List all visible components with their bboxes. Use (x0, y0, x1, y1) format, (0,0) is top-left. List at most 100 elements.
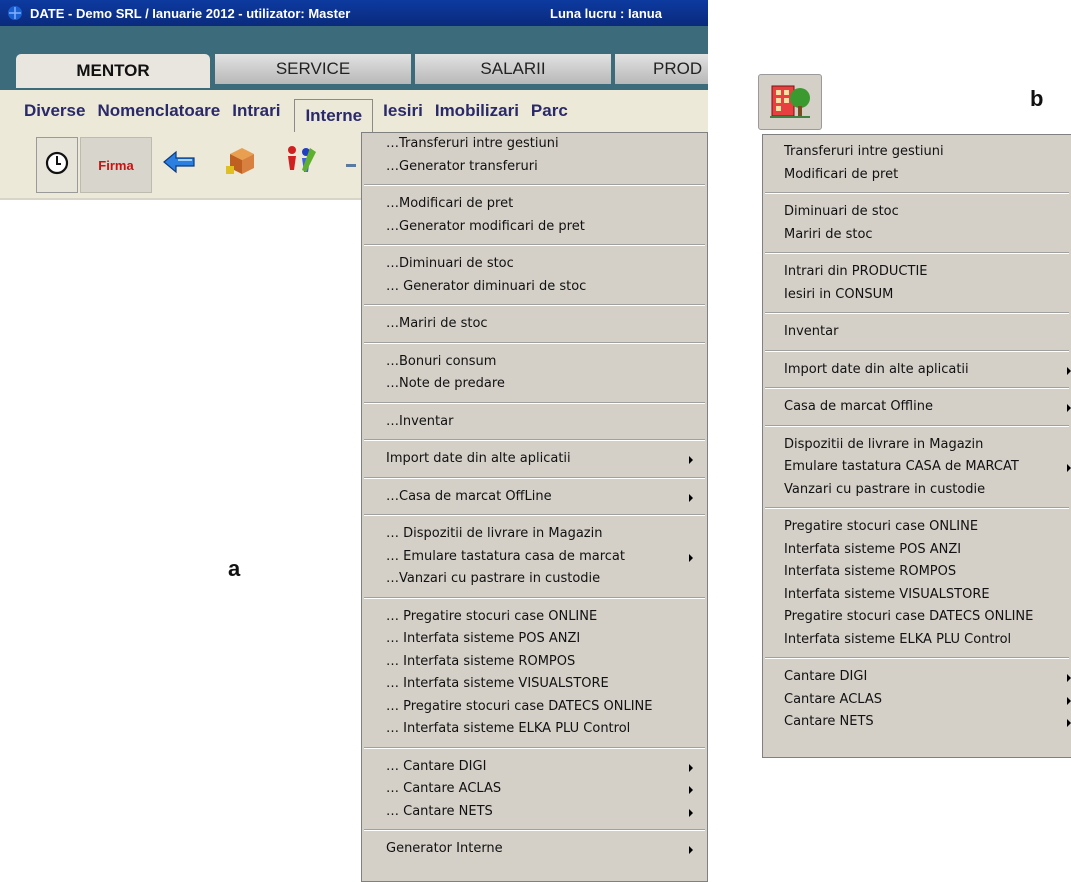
transfer-button[interactable] (160, 137, 200, 191)
interne-menu-item[interactable]: … Generator diminuari de stoc (362, 276, 707, 299)
interne-toolbar-button[interactable] (758, 74, 822, 130)
interne-menu-item[interactable]: …Bonuri consum (362, 351, 707, 374)
menu-separator (364, 596, 705, 599)
menu-item-label: Diminuari de stoc (784, 204, 899, 219)
interne-menu-item[interactable]: …Diminuari de stoc (362, 253, 707, 276)
interne-menu-item[interactable]: … Cantare NETS (362, 801, 707, 824)
interne-b-menu-item[interactable]: Mariri de stoc (763, 224, 1071, 247)
menu-item-label: Import date din alte aplicatii (386, 451, 571, 466)
menu-item-label: …Generator transferuri (386, 158, 538, 174)
menu-separator (364, 341, 705, 344)
menu-item-label: Mariri de stoc (784, 226, 873, 242)
interne-menu-item[interactable]: … Interfata sisteme ELKA PLU Control (362, 718, 707, 741)
interne-menu-item[interactable]: Generator Interne (362, 838, 707, 861)
menu-separator (364, 439, 705, 441)
menu-nomenclatoare[interactable]: Nomenclatoare (91, 95, 226, 127)
menu-parc[interactable]: Parc (525, 95, 574, 127)
menu-item-label: … Cantare DIGI (386, 758, 487, 774)
menu-item-label: … Pregatire stocuri case DATECS ONLINE (386, 698, 653, 714)
interne-menu-item[interactable]: … Interfata sisteme ROMPOS (362, 651, 707, 674)
interne-b-menu-item[interactable]: Cantare NETS (763, 711, 1071, 734)
interne-b-menu-item[interactable]: Cantare ACLAS (763, 689, 1071, 712)
interne-popup-menu: Transferuri intre gestiuni Modificari de … (762, 134, 1071, 758)
menu-separator (364, 514, 705, 516)
interne-b-menu-item[interactable]: Vanzari cu pastrare in custodie (763, 479, 1071, 502)
tab-mentor[interactable]: MENTOR (16, 54, 210, 88)
menu-item-label: … Interfata sisteme VISUALSTORE (386, 676, 609, 691)
work-month: Luna lucru : Ianua (550, 5, 662, 21)
interne-b-menu-item[interactable]: Pregatire stocuri case ONLINE (763, 516, 1071, 539)
interne-dropdown-menu: …Transferuri intre gestiuni …Generator tr… (361, 132, 708, 882)
menu-diverse[interactable]: Diverse (0, 95, 91, 127)
menu-item-label: …Transferuri intre gestiuni (386, 136, 559, 151)
interne-b-menu-item[interactable]: Interfata sisteme ROMPOS (763, 561, 1071, 584)
interne-b-menu-item[interactable]: Pregatire stocuri case DATECS ONLINE (763, 606, 1071, 629)
interne-menu-item[interactable]: … Emulare tastatura casa de marcat (362, 546, 707, 569)
interne-menu-item[interactable]: … Cantare DIGI (362, 756, 707, 779)
interne-menu-item[interactable]: … Pregatire stocuri case DATECS ONLINE (362, 696, 707, 719)
menu-item-label: Import date din alte aplicatii (784, 361, 969, 377)
interne-b-menu-item[interactable]: Interfata sisteme POS ANZI (763, 539, 1071, 562)
interne-b-menu-item[interactable]: Interfata sisteme VISUALSTORE (763, 584, 1071, 607)
menu-interne[interactable]: Interne (294, 98, 374, 132)
menu-item-label: …Bonuri consum (386, 353, 497, 369)
interne-menu-item[interactable]: … Cantare ACLAS (362, 778, 707, 801)
menu-item-label: Vanzari cu pastrare in custodie (784, 481, 986, 497)
menu-item-label: … Interfata sisteme ELKA PLU Control (386, 721, 631, 736)
menu-item-label: Emulare tastatura CASA de MARCAT (784, 459, 1019, 474)
menu-separator (765, 657, 1069, 659)
menu-item-label: … Generator diminuari de stoc (386, 278, 587, 294)
people-button[interactable] (278, 137, 322, 191)
interne-b-menu-item[interactable]: Intrari din PRODUCTIE (763, 261, 1071, 284)
menu-iesiri[interactable]: Iesiri (377, 95, 429, 127)
tab-prod[interactable]: PROD (615, 54, 708, 84)
tab-service[interactable]: SERVICE (215, 54, 411, 84)
interne-b-menu-item[interactable]: Modificari de pret (763, 164, 1071, 187)
interne-b-menu-item[interactable]: Transferuri intre gestiuni (763, 141, 1071, 164)
interne-b-menu-item[interactable]: Iesiri in CONSUM (763, 284, 1071, 307)
stock-button[interactable] (220, 137, 264, 191)
interne-b-menu-item[interactable]: Interfata sisteme ELKA PLU Control (763, 629, 1071, 652)
toolbar-more-button[interactable] (340, 137, 362, 191)
interne-b-menu-item[interactable]: Dispozitii de livrare in Magazin (763, 434, 1071, 457)
interne-b-menu-item[interactable]: Emulare tastatura CASA de MARCAT (763, 456, 1071, 479)
menu-item-label: … Cantare ACLAS (386, 781, 502, 796)
interne-b-menu-item[interactable]: Inventar (763, 321, 1071, 344)
interne-menu-item[interactable]: …Generator transferuri (362, 156, 707, 179)
firma-button[interactable]: Firma (80, 137, 152, 193)
menu-imobilizari[interactable]: Imobilizari (429, 95, 525, 127)
tab-salarii[interactable]: SALARII (415, 54, 611, 84)
menu-intrari[interactable]: Intrari (226, 95, 286, 127)
interne-menu-item[interactable]: …Casa de marcat OffLine (362, 486, 707, 509)
menu-item-label: Interfata sisteme ELKA PLU Control (784, 631, 1012, 647)
menu-item-label: …Modificari de pret (386, 196, 514, 211)
window-titlebar: DATE - Demo SRL / Ianuarie 2012 - utiliz… (0, 0, 708, 26)
submenu-arrow-icon (689, 493, 693, 502)
menu-item-label: Cantare NETS (784, 714, 874, 729)
interne-menu-item[interactable]: … Pregatire stocuri case ONLINE (362, 606, 707, 629)
interne-menu-item[interactable]: … Dispozitii de livrare in Magazin (362, 523, 707, 546)
interne-b-menu-item[interactable]: Import date din alte aplicatii (763, 359, 1071, 382)
interne-menu-item[interactable]: …Modificari de pret (362, 193, 707, 216)
interne-menu-item[interactable]: …Transferuri intre gestiuni (362, 133, 707, 156)
interne-menu-item[interactable]: … Interfata sisteme VISUALSTORE (362, 673, 707, 696)
menu-bar: Diverse Nomenclatoare Intrari Interne Ie… (0, 90, 708, 132)
interne-menu-item[interactable]: …Vanzari cu pastrare in custodie (362, 568, 707, 591)
interne-menu-item[interactable]: …Generator modificari de pret (362, 216, 707, 239)
interne-b-menu-item[interactable]: Casa de marcat Offline (763, 396, 1071, 419)
interne-menu-item[interactable]: …Mariri de stoc (362, 313, 707, 336)
menu-item-label: … Emulare tastatura casa de marcat (386, 548, 625, 564)
clock-button[interactable] (36, 137, 78, 193)
interne-menu-item[interactable]: …Inventar (362, 411, 707, 434)
interne-b-menu-item[interactable]: Diminuari de stoc (763, 201, 1071, 224)
menu-separator (364, 746, 705, 749)
interne-menu-item[interactable]: … Interfata sisteme POS ANZI (362, 628, 707, 651)
menu-separator (765, 252, 1069, 254)
toolbar: Firma (0, 132, 362, 200)
interne-menu-item[interactable]: …Note de predare (362, 373, 707, 396)
interne-menu-item[interactable]: Import date din alte aplicatii (362, 448, 707, 471)
interne-b-menu-item[interactable]: Cantare DIGI (763, 666, 1071, 689)
menu-separator (765, 507, 1069, 509)
menu-item-label: …Mariri de stoc (386, 316, 488, 331)
arrow-icon (162, 148, 198, 180)
